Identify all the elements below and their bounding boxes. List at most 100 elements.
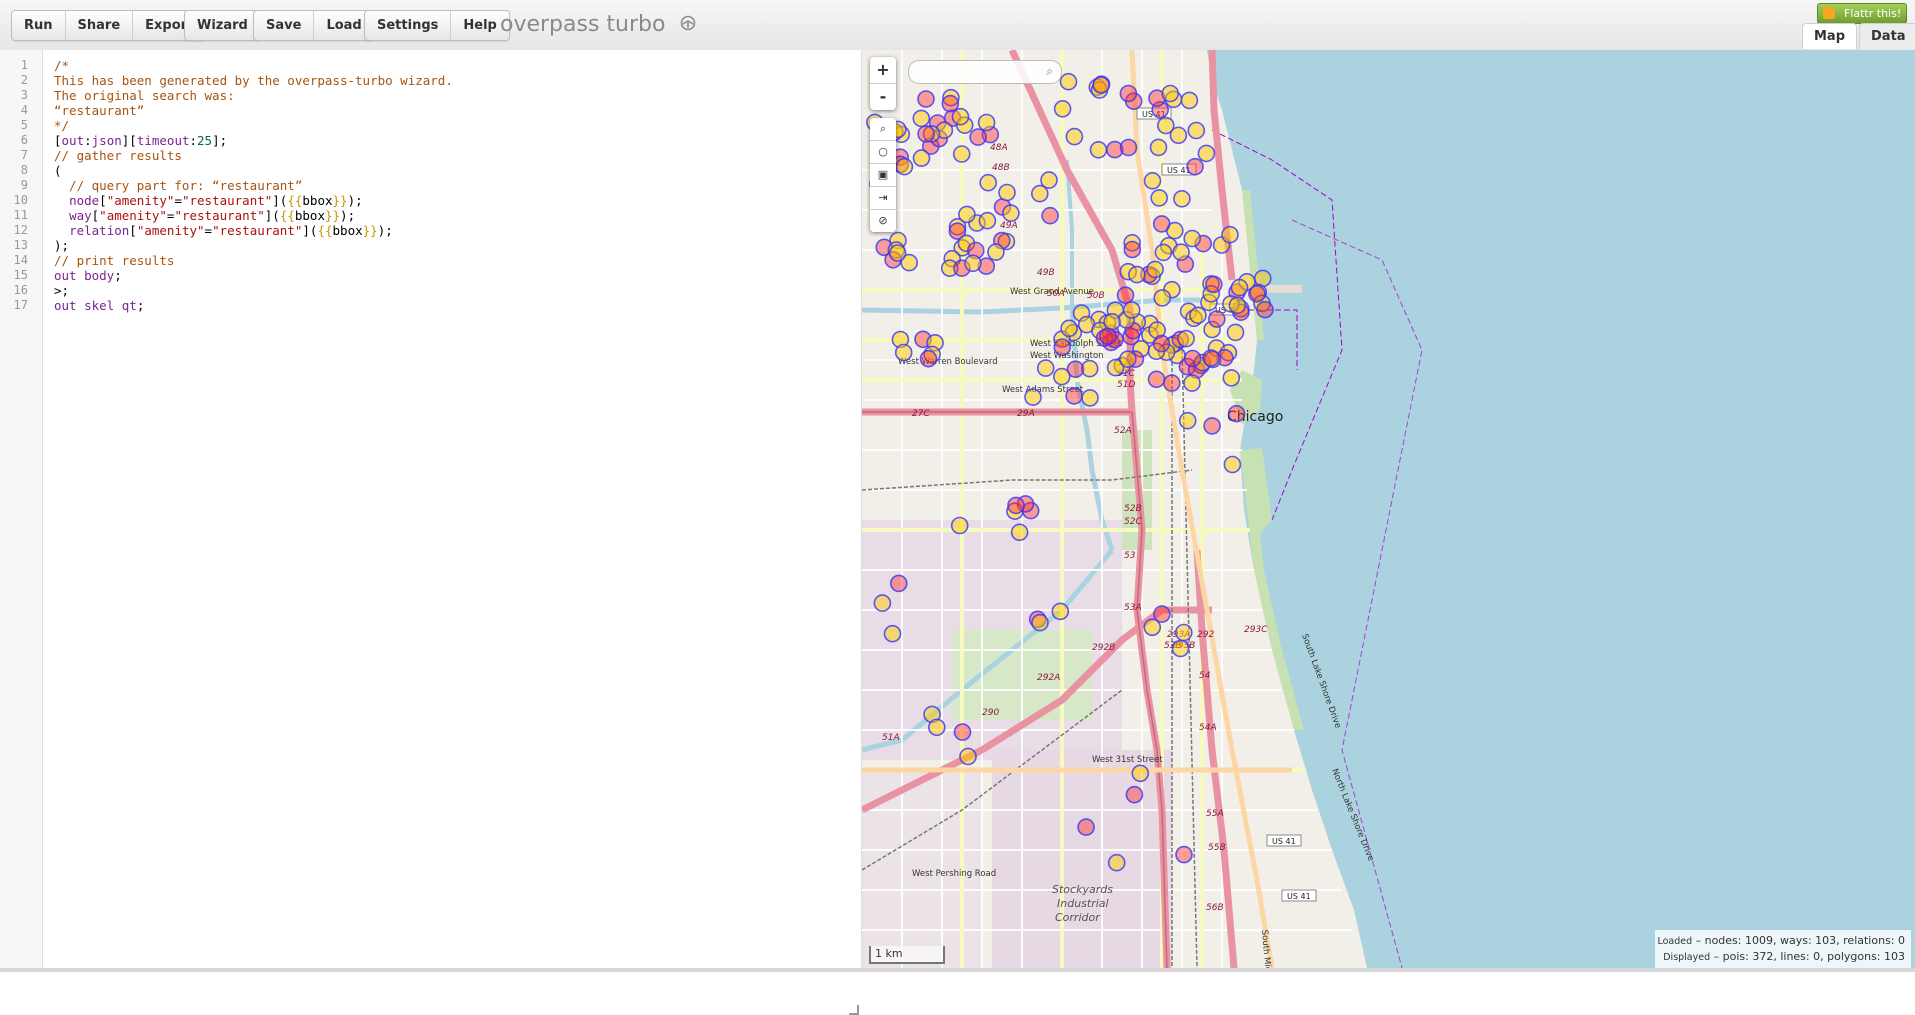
wizard-button[interactable]: Wizard: [185, 11, 260, 40]
code-line[interactable]: // query part for: “restaurant”: [54, 178, 302, 193]
query-editor[interactable]: 1 2 3 4 5 6 7 8 9 10 11 12 13 14 15 16 17 /* This has bee…: [0, 50, 862, 1015]
code-line[interactable]: out body;: [54, 268, 122, 283]
poi-marker[interactable]: [1146, 260, 1164, 279]
polygon-marker[interactable]: [1202, 349, 1220, 367]
polygon-marker[interactable]: [889, 574, 908, 593]
code-line[interactable]: );: [54, 238, 69, 253]
polygon-marker[interactable]: [1077, 818, 1095, 836]
poi-marker[interactable]: [952, 145, 971, 163]
poi-marker[interactable]: [977, 113, 996, 132]
poi-marker[interactable]: [1092, 76, 1110, 94]
poi-marker[interactable]: [894, 343, 913, 362]
magnifier-icon[interactable]: ⌕: [870, 118, 896, 141]
code-line[interactable]: [out:json][timeout:25];: [54, 133, 227, 148]
poi-marker[interactable]: [873, 594, 892, 612]
poi-marker[interactable]: [1103, 312, 1121, 331]
poi-marker[interactable]: [1107, 853, 1126, 872]
poi-marker[interactable]: [1060, 319, 1078, 338]
poi-marker[interactable]: [979, 173, 997, 192]
polygon-marker[interactable]: [1119, 84, 1138, 103]
poi-marker[interactable]: [1178, 411, 1197, 430]
polygon-marker[interactable]: [953, 723, 972, 741]
poi-marker[interactable]: [1051, 602, 1070, 621]
poi-marker[interactable]: [1036, 359, 1055, 377]
poi-marker[interactable]: [1171, 639, 1190, 658]
poi-marker[interactable]: [959, 747, 977, 766]
poi-marker[interactable]: [1174, 623, 1193, 642]
poi-marker[interactable]: [1223, 455, 1242, 474]
polygon-marker[interactable]: [1162, 374, 1181, 392]
polygon-marker[interactable]: [1227, 404, 1246, 423]
code-line[interactable]: way["amenity"="restaurant"]({{bbox}});: [54, 208, 355, 223]
resize-handle[interactable]: [849, 1005, 859, 1015]
poi-marker[interactable]: [1128, 265, 1146, 284]
poi-marker[interactable]: [1189, 306, 1207, 325]
code-line[interactable]: >;: [54, 283, 69, 298]
poi-marker[interactable]: [1154, 243, 1173, 262]
poi-marker[interactable]: [1169, 126, 1188, 145]
code-line[interactable]: node["amenity"="restaurant"]({{bbox}});: [54, 193, 363, 208]
poi-marker[interactable]: [1173, 190, 1191, 208]
code-line[interactable]: // print results: [54, 253, 174, 268]
poi-marker[interactable]: [912, 109, 931, 128]
polygon-marker[interactable]: [1248, 285, 1266, 303]
polygon-marker[interactable]: [1007, 496, 1025, 515]
polygon-marker[interactable]: [917, 90, 935, 108]
poi-marker[interactable]: [1024, 388, 1042, 407]
polygon-marker[interactable]: [1152, 215, 1171, 233]
polygon-marker[interactable]: [1123, 240, 1142, 259]
share-button[interactable]: Share: [66, 11, 134, 40]
polygon-marker[interactable]: [1207, 310, 1226, 328]
tab-data[interactable]: Data: [1859, 23, 1915, 49]
polygon-marker[interactable]: [1203, 417, 1221, 435]
code-line[interactable]: “restaurant”: [54, 103, 144, 118]
polygon-marker[interactable]: [1053, 338, 1072, 357]
poi-marker[interactable]: [888, 244, 907, 262]
code-line[interactable]: relation["amenity"="restaurant"]({{bbox}…: [54, 223, 393, 238]
clear-icon[interactable]: ⊘: [870, 210, 896, 232]
poi-marker[interactable]: [1221, 225, 1239, 244]
code-line[interactable]: out skel qt;: [54, 298, 144, 313]
poi-marker[interactable]: [1040, 171, 1058, 189]
poi-marker[interactable]: [1122, 301, 1141, 319]
poi-marker[interactable]: [964, 254, 982, 273]
poi-marker[interactable]: [1161, 84, 1180, 103]
poi-marker[interactable]: [951, 107, 970, 126]
settings-button[interactable]: Settings: [365, 11, 452, 40]
polygon-marker[interactable]: [1183, 349, 1202, 368]
poi-marker[interactable]: [950, 516, 969, 535]
polygon-marker[interactable]: [1186, 157, 1204, 176]
zoom-out-button[interactable]: -: [870, 84, 896, 110]
save-button[interactable]: Save: [254, 11, 315, 40]
code-line[interactable]: // gather results: [54, 148, 182, 163]
poi-marker[interactable]: [1149, 138, 1168, 157]
poi-marker[interactable]: [928, 718, 946, 737]
poi-marker[interactable]: [1172, 243, 1190, 261]
poi-marker[interactable]: [1222, 369, 1241, 387]
poi-marker[interactable]: [1031, 613, 1049, 632]
poi-marker[interactable]: [1197, 144, 1216, 163]
flattr-button[interactable]: Flattr this!: [1817, 3, 1907, 24]
zoom-in-button[interactable]: +: [870, 57, 896, 84]
polygon-marker[interactable]: [1205, 275, 1223, 294]
poi-marker[interactable]: [1010, 523, 1029, 542]
poi-marker[interactable]: [1150, 189, 1169, 207]
polygon-marker[interactable]: [1152, 334, 1171, 353]
run-button[interactable]: Run: [12, 11, 66, 40]
poi-marker[interactable]: [1183, 229, 1202, 248]
poi-marker[interactable]: [1081, 389, 1099, 407]
code-line[interactable]: This has been generated by the overpass-…: [54, 73, 453, 88]
map-search-input[interactable]: ⌕: [908, 60, 1062, 84]
poi-marker[interactable]: [1187, 121, 1206, 140]
poi-marker[interactable]: [958, 205, 976, 224]
poi-marker[interactable]: [1002, 204, 1020, 222]
fullscreen-icon[interactable]: ⇥: [870, 187, 896, 210]
poi-marker[interactable]: [1183, 374, 1201, 392]
poi-marker[interactable]: [883, 624, 902, 643]
fit-data-icon[interactable]: ▣: [870, 164, 896, 187]
poi-marker[interactable]: [1053, 367, 1071, 386]
code-line[interactable]: The original search was:: [54, 88, 235, 103]
poi-marker[interactable]: [998, 183, 1016, 202]
polygon-marker[interactable]: [919, 349, 938, 368]
code-line[interactable]: (: [54, 163, 62, 178]
